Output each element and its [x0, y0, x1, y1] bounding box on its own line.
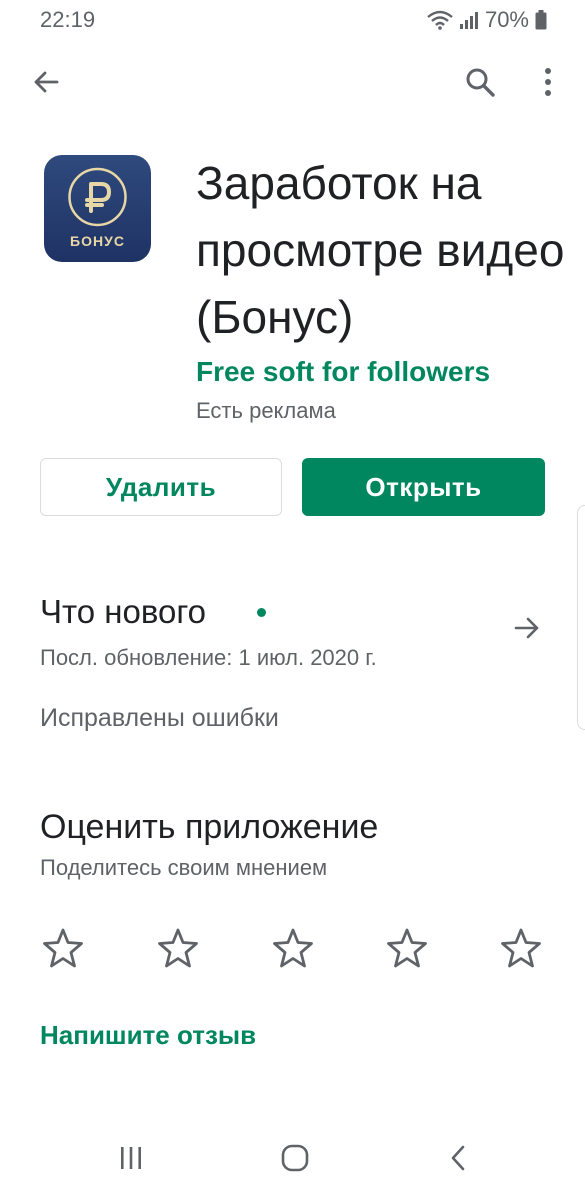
new-indicator-dot	[257, 608, 266, 617]
chevron-left-icon	[447, 1143, 471, 1178]
app-title: Заработок на просмотре видео (Бонус)	[196, 157, 565, 343]
changelog-text: Исправлены ошибки	[40, 704, 279, 732]
system-back-button[interactable]	[435, 1138, 483, 1182]
app-icon: БОНУС	[44, 155, 151, 262]
write-review-link[interactable]: Напишите отзыв	[40, 1020, 256, 1051]
more-options-button[interactable]	[524, 60, 572, 108]
back-button[interactable]	[22, 60, 70, 108]
developer-link[interactable]: Free soft for followers	[196, 356, 490, 388]
arrow-forward-icon	[512, 613, 542, 648]
signal-icon	[459, 10, 479, 30]
app-bar	[0, 52, 585, 116]
recents-button[interactable]	[107, 1138, 155, 1182]
scroll-edge-indicator	[577, 505, 585, 730]
wifi-icon	[427, 10, 453, 30]
contains-ads-note: Есть реклама	[196, 398, 336, 423]
arrow-back-icon	[31, 67, 61, 102]
search-icon	[464, 66, 496, 103]
star-3-button[interactable]	[270, 927, 316, 973]
status-icons: 70%	[427, 7, 547, 33]
app-icon-label: БОНУС	[70, 233, 125, 249]
rate-app-subtitle: Поделитесь своим мнением	[40, 855, 328, 880]
battery-icon	[535, 10, 547, 30]
status-bar: 22:19 70%	[0, 0, 585, 44]
star-1-button[interactable]	[40, 927, 86, 973]
system-nav-bar	[0, 1128, 585, 1192]
more-vert-icon	[543, 66, 553, 103]
open-button[interactable]: Открыть	[302, 458, 545, 516]
star-rating	[40, 927, 546, 973]
last-update-date: Посл. обновление: 1 июл. 2020 г.	[40, 645, 377, 670]
whats-new-title: Что нового	[40, 593, 207, 630]
search-button[interactable]	[456, 60, 504, 108]
recents-icon	[117, 1145, 145, 1176]
status-time: 22:19	[40, 7, 96, 32]
uninstall-button[interactable]: Удалить	[40, 458, 282, 516]
star-2-button[interactable]	[155, 927, 201, 973]
star-4-button[interactable]	[384, 927, 430, 973]
whats-new-arrow-button[interactable]	[505, 608, 549, 652]
star-outline-icon	[385, 926, 429, 975]
star-outline-icon	[271, 926, 315, 975]
battery-percent: 70%	[484, 7, 529, 32]
star-outline-icon	[41, 926, 85, 975]
star-outline-icon	[499, 926, 543, 975]
star-5-button[interactable]	[498, 927, 544, 973]
home-icon	[280, 1143, 310, 1178]
star-outline-icon	[156, 926, 200, 975]
home-button[interactable]	[271, 1138, 319, 1182]
rate-app-title: Оценить приложение	[40, 808, 379, 846]
